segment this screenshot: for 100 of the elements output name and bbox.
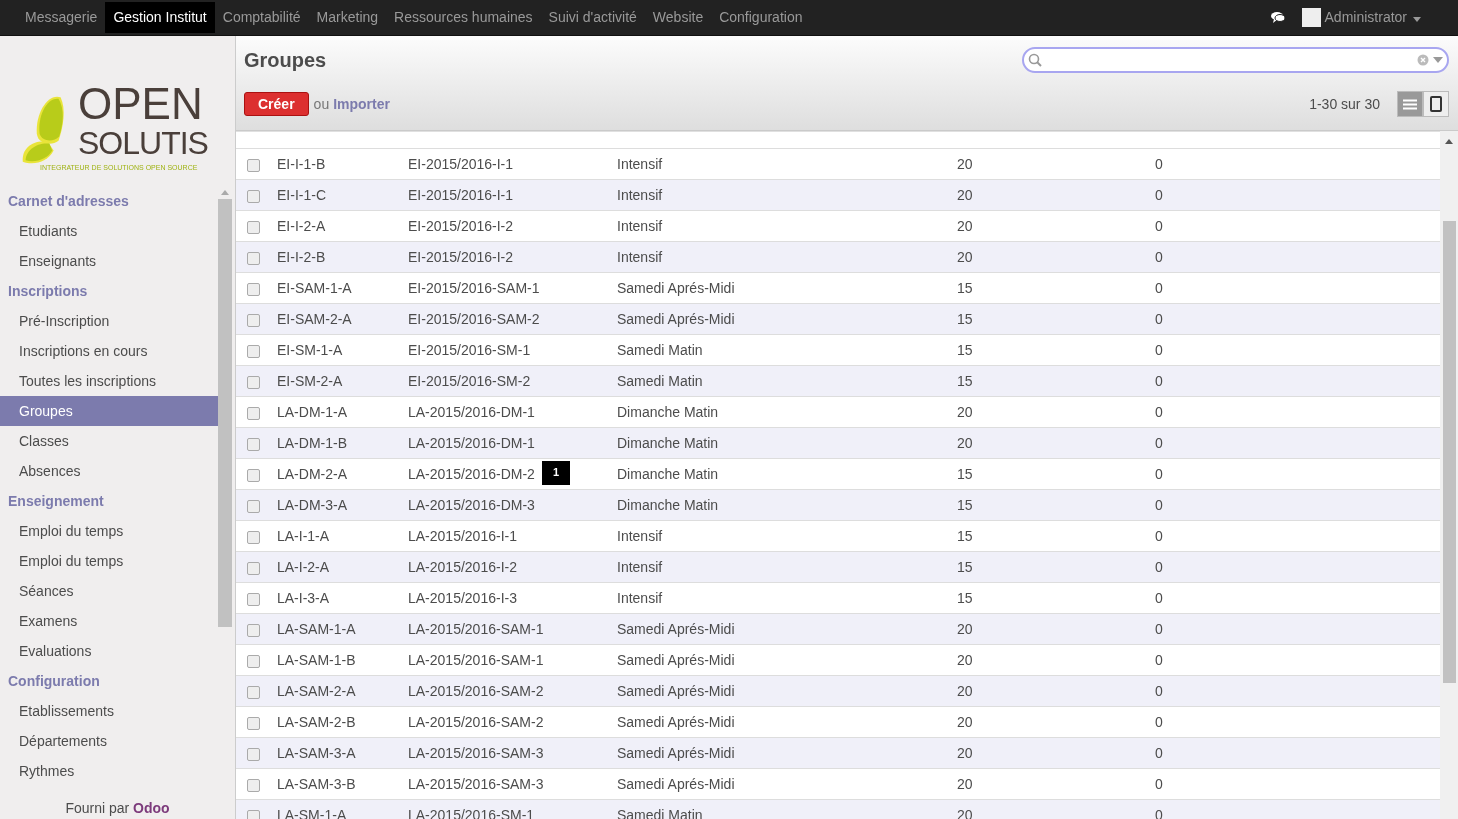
sidebar-item[interactable]: Inscriptions en cours — [0, 336, 218, 366]
table-cell-text: 20 — [957, 402, 973, 422]
sidebar-item[interactable]: Emploi du temps — [0, 516, 218, 546]
row-checkbox[interactable] — [247, 251, 260, 265]
row-checkbox[interactable] — [247, 747, 260, 761]
row-checkbox[interactable] — [247, 220, 260, 234]
sidebar-item[interactable]: Départements — [0, 726, 218, 756]
table-cell-text: 0 — [1155, 278, 1163, 298]
table-row[interactable]: LA-SAM-2-A LA-2015/2016-SAM-2 Samedi Aprés-Midi 20 0 — [236, 675, 1440, 706]
menu-item[interactable]: Suivi d'activité — [540, 2, 645, 33]
section-title: Configuration — [7, 671, 101, 691]
form-view-button[interactable] — [1423, 91, 1449, 117]
table-cell-text: EI-2015/2016-SM-2 — [408, 371, 531, 391]
table-cell-text: 15 — [957, 464, 973, 484]
table-cell-text: 0 — [1155, 309, 1163, 329]
row-checkbox[interactable] — [247, 499, 260, 513]
menu-item[interactable]: Website — [644, 2, 712, 33]
sidebar-item[interactable]: Rythmes — [0, 756, 218, 786]
menu-item[interactable]: Marketing — [308, 2, 387, 33]
row-checkbox[interactable] — [247, 375, 260, 389]
search-field[interactable] — [1022, 47, 1449, 73]
sidebar-item[interactable]: Enseignants — [0, 246, 218, 276]
sidebar-item[interactable]: Toutes les inscriptions — [0, 366, 218, 396]
footer-text: Fourni par Odoo — [65, 798, 170, 818]
user-avatar — [1301, 8, 1321, 27]
list-scrollbar[interactable] — [1440, 131, 1458, 819]
table-cell-text: Samedi Aprés-Midi — [617, 712, 735, 732]
row-checkbox[interactable] — [247, 654, 260, 668]
table-row[interactable]: EI-I-1-C EI-2015/2016-I-1 Intensif 20 0 — [236, 179, 1440, 210]
table-cell-text: LA-2015/2016-DM-1 — [408, 433, 535, 453]
row-checkbox[interactable] — [247, 437, 260, 451]
table-cell-text: 20 — [957, 433, 973, 453]
table-cell-text: Intensif — [617, 588, 663, 608]
table-row[interactable]: LA-SM-1-A LA-2015/2016-SM-1 Samedi Matin 20 0 — [236, 799, 1440, 819]
menu-item[interactable]: Comptabilité — [214, 2, 309, 33]
row-checkbox[interactable] — [247, 685, 260, 699]
table-cell-text: LA-2015/2016-SAM-3 — [408, 774, 544, 794]
sidebar-item[interactable]: Emploi du temps — [0, 546, 218, 576]
table-cell-text: 0 — [1155, 650, 1163, 670]
sidebar-item[interactable]: Groupes — [0, 396, 218, 426]
sidebar-item[interactable]: Examens — [0, 606, 218, 636]
user-menu[interactable]: Administrator — [1324, 7, 1407, 28]
table-row[interactable]: LA-I-2-A LA-2015/2016-I-2 Intensif 15 0 — [236, 551, 1440, 582]
table-cell-text: LA-I-3-A — [277, 588, 330, 608]
table-row[interactable]: LA-SAM-3-A LA-2015/2016-SAM-3 Samedi Aprés-Midi 20 0 — [236, 737, 1440, 768]
table-cell-text: LA-I-1-A — [277, 526, 330, 546]
menu-item[interactable]: Gestion Institut — [105, 2, 215, 33]
menu-item[interactable]: Messagerie — [17, 2, 106, 33]
table-cell-text: LA-DM-1-A — [277, 402, 347, 422]
row-checkbox[interactable] — [247, 561, 260, 575]
create-button[interactable]: Créer — [244, 92, 309, 116]
scroll-up-icon[interactable] — [1445, 139, 1453, 144]
section-title: Carnet d'adresses — [7, 191, 130, 211]
row-checkbox[interactable] — [247, 623, 260, 637]
row-checkbox[interactable] — [247, 716, 260, 730]
row-checkbox[interactable] — [247, 809, 260, 819]
odoo-link[interactable]: Odoo — [133, 799, 170, 816]
table-cell-text: Samedi Matin — [617, 371, 703, 391]
table-row[interactable]: EI-I-2-B EI-2015/2016-I-2 Intensif 20 0 — [236, 241, 1440, 272]
row-checkbox[interactable] — [247, 189, 260, 203]
table-row[interactable]: LA-DM-1-B LA-2015/2016-DM-1 Dimanche Matin 20 0 — [236, 427, 1440, 458]
sidebar-item[interactable]: Etablissements — [0, 696, 218, 726]
table-cell-text: Samedi Aprés-Midi — [617, 681, 735, 701]
row-checkbox[interactable] — [247, 592, 260, 606]
menu-item[interactable]: Configuration — [711, 2, 811, 33]
row-checkbox[interactable] — [247, 344, 260, 358]
table-row[interactable]: EI-SM-2-A EI-2015/2016-SM-2 Samedi Matin 15 0 — [236, 365, 1440, 396]
table-cell-text: Intensif — [617, 526, 663, 546]
menu-item[interactable]: Ressources humaines — [386, 2, 541, 33]
row-checkbox[interactable] — [247, 778, 260, 792]
sidebar-item[interactable]: Classes — [0, 426, 218, 456]
table-cell-text: LA-2015/2016-SAM-2 — [408, 681, 544, 701]
table-cell-text: 15 — [957, 371, 973, 391]
table-row[interactable]: EI-SAM-2-A EI-2015/2016-SAM-2 Samedi Aprés-Midi 15 0 — [236, 303, 1440, 334]
sidebar-item[interactable]: Etudiants — [0, 216, 218, 246]
sidebar-item[interactable]: Absences — [0, 456, 218, 486]
table-cell-text: Dimanche Matin — [617, 495, 719, 515]
table-cell-text: LA-2015/2016-SM-1 — [408, 805, 535, 819]
row-checkbox[interactable] — [247, 530, 260, 544]
sidebar-item[interactable]: Séances — [0, 576, 218, 606]
row-checkbox[interactable] — [247, 282, 260, 296]
table-cell-text: 0 — [1155, 557, 1163, 577]
table-cell-text: EI-2015/2016-SM-1 — [408, 340, 531, 360]
table-row[interactable]: LA-DM-3-A LA-2015/2016-DM-3 Dimanche Matin 15 0 — [236, 489, 1440, 520]
table-cell-text: EI-SM-1-A — [277, 340, 343, 360]
table-cell-text: EI-2015/2016-SAM-1 — [408, 278, 540, 298]
table-row[interactable]: LA-SAM-1-A LA-2015/2016-SAM-1 Samedi Aprés-Midi 20 0 — [236, 613, 1440, 644]
caret-icon[interactable] — [1433, 57, 1443, 63]
chat-icon[interactable] — [1269, 11, 1286, 24]
sidebar-item[interactable]: Pré-Inscription — [0, 306, 218, 336]
clear-icon[interactable] — [1417, 54, 1429, 66]
table-cell-text: LA-SAM-1-A — [277, 619, 356, 639]
table-cell-text: LA-2015/2016-DM-3 — [408, 495, 535, 515]
row-checkbox[interactable] — [247, 468, 260, 482]
row-checkbox[interactable] — [247, 158, 260, 172]
row-checkbox[interactable] — [247, 406, 260, 420]
row-checkbox[interactable] — [247, 313, 260, 327]
table-cell-text: LA-SAM-3-A — [277, 743, 356, 763]
sidebar-item[interactable]: Evaluations — [0, 636, 218, 666]
or-text: ou — [313, 94, 330, 114]
